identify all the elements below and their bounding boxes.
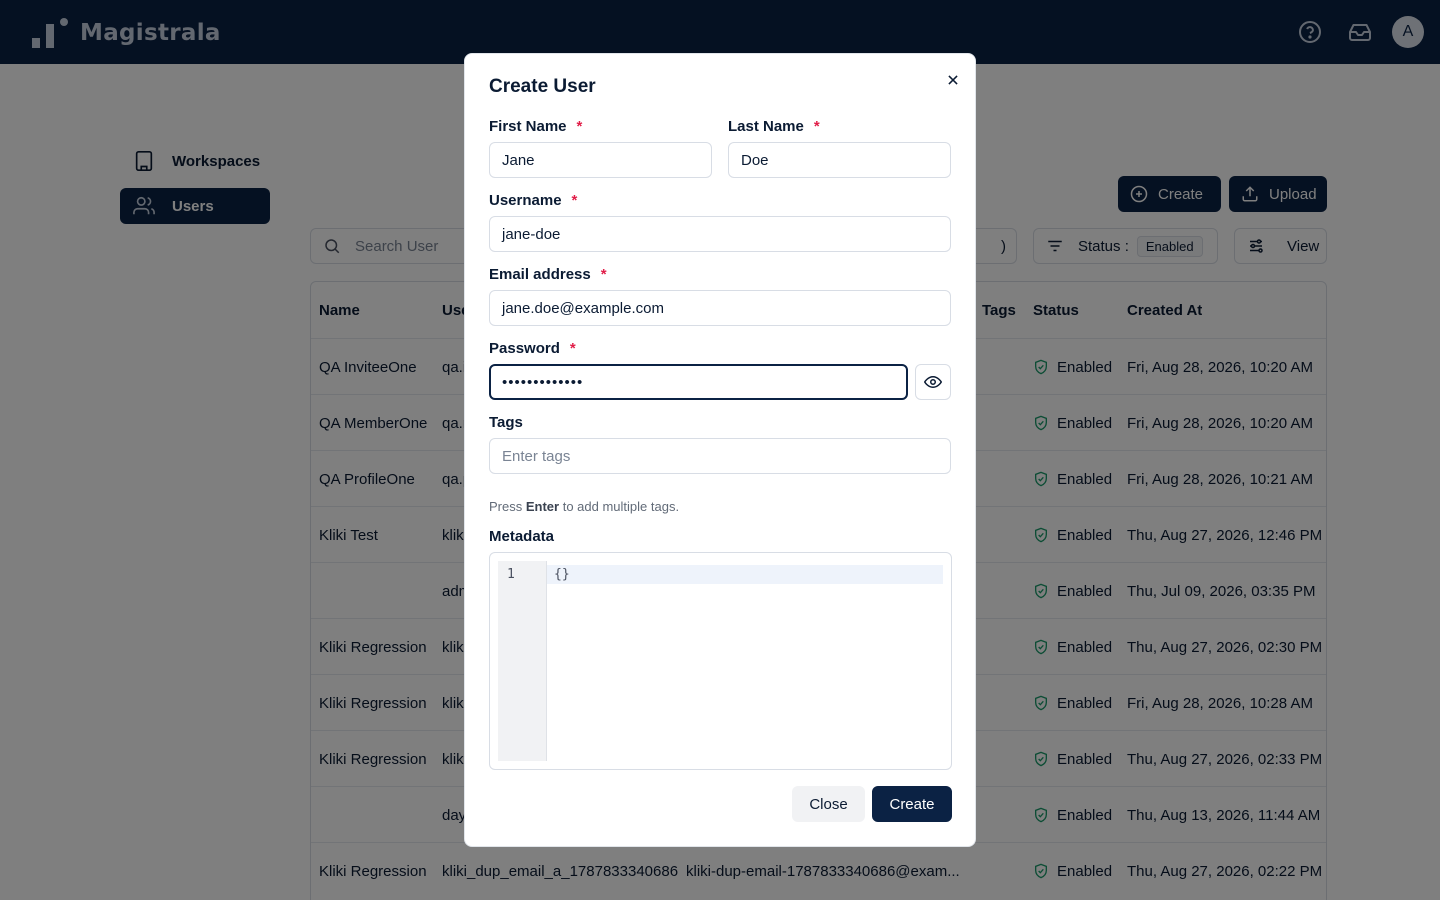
code-line[interactable]: {}: [547, 565, 943, 584]
metadata-label: Metadata: [489, 528, 555, 545]
first-name-label: First Name *: [489, 118, 583, 135]
password-field[interactable]: •••••••••••••: [489, 364, 908, 400]
close-icon[interactable]: [941, 68, 965, 92]
email-label: Email address *: [489, 266, 607, 283]
close-button[interactable]: Close: [792, 786, 865, 822]
username-field[interactable]: jane-doe: [489, 216, 951, 252]
dialog-title: Create User: [489, 76, 596, 97]
create-button[interactable]: Create: [872, 786, 952, 822]
tags-hint: Press Enter to add multiple tags.: [489, 499, 680, 514]
username-label: Username *: [489, 192, 578, 209]
tags-label: Tags: [489, 414, 523, 431]
line-number-gutter: 1: [498, 561, 547, 761]
first-name-field[interactable]: Jane: [489, 142, 712, 178]
eye-icon: [924, 373, 942, 391]
create-user-dialog: Create User First Name * Jane Last Name * …: [464, 53, 976, 847]
toggle-password-visibility-button[interactable]: [915, 364, 951, 400]
password-label: Password *: [489, 340, 576, 357]
last-name-field[interactable]: Doe: [728, 142, 951, 178]
tags-input[interactable]: Enter tags: [489, 438, 951, 474]
email-field[interactable]: jane.doe@example.com: [489, 290, 951, 326]
last-name-label: Last Name *: [728, 118, 820, 135]
metadata-code-editor[interactable]: 1 {}: [489, 552, 952, 770]
